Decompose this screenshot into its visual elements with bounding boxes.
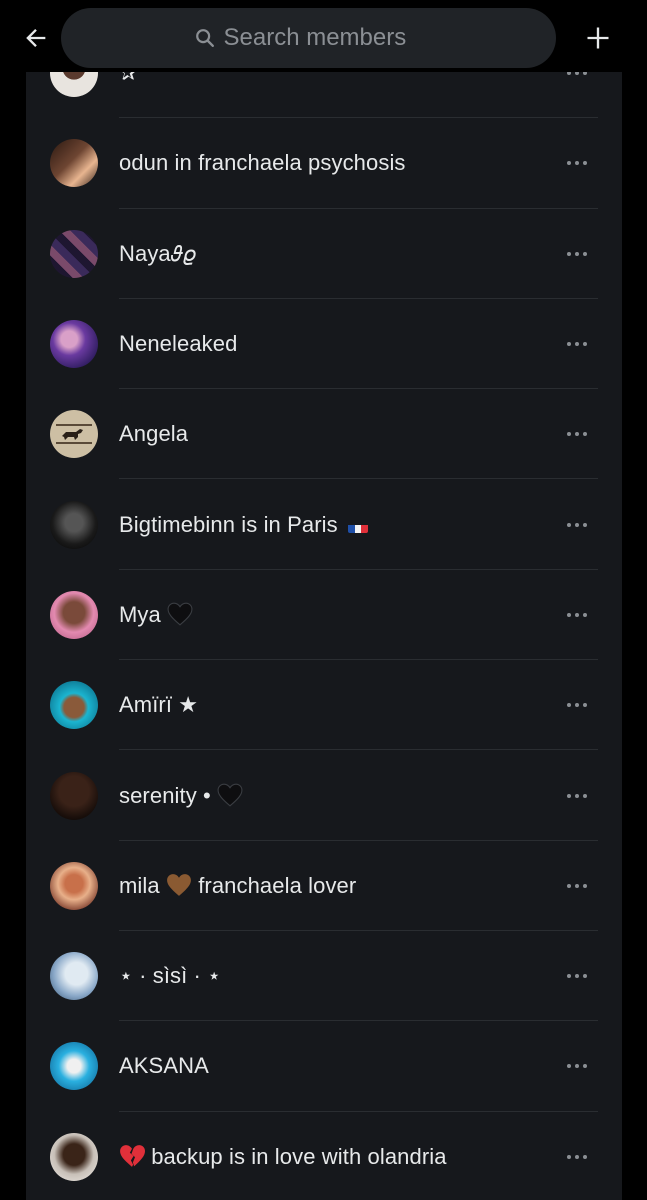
member-name: ✰ bbox=[119, 72, 138, 86]
member-name-wrap: mila franchaela lover bbox=[119, 873, 356, 899]
avatar[interactable] bbox=[50, 500, 98, 549]
horse-icon bbox=[56, 424, 92, 445]
search-input[interactable] bbox=[223, 24, 424, 52]
list-item[interactable]: Amïrï ★ bbox=[26, 660, 622, 751]
avatar[interactable] bbox=[50, 1132, 98, 1181]
list-item[interactable]: Naya𝜗𝜚 bbox=[26, 209, 622, 300]
member-name-suffix: franchaela lover bbox=[198, 872, 357, 898]
avatar[interactable] bbox=[50, 952, 98, 1001]
avatar[interactable] bbox=[50, 861, 98, 910]
more-options-button[interactable] bbox=[562, 424, 592, 444]
members-panel: ✰ odun in franchaela psychosis Naya𝜗𝜚 Ne… bbox=[26, 72, 622, 1200]
plus-icon bbox=[587, 27, 609, 49]
list-item[interactable]: mila franchaela lover bbox=[26, 841, 622, 932]
member-name: Bigtimebinn is in Paris bbox=[119, 511, 338, 537]
more-options-button[interactable] bbox=[562, 695, 592, 715]
arrow-left-icon bbox=[26, 29, 46, 47]
list-item[interactable]: odun in franchaela psychosis bbox=[26, 118, 622, 209]
top-bar bbox=[0, 0, 647, 72]
avatar[interactable] bbox=[50, 771, 98, 820]
more-options-button[interactable] bbox=[562, 334, 592, 354]
list-item[interactable]: ⋆ · sìsì · ⋆ bbox=[26, 931, 622, 1022]
member-name-wrap: Mya bbox=[119, 602, 193, 628]
more-options-button[interactable] bbox=[562, 605, 592, 625]
more-options-button[interactable] bbox=[562, 515, 592, 535]
avatar[interactable] bbox=[50, 139, 98, 188]
member-name: serenity • bbox=[119, 782, 211, 808]
more-options-button[interactable] bbox=[562, 244, 592, 264]
member-name: odun in franchaela psychosis bbox=[119, 150, 406, 176]
member-name: ⋆ · sìsì · ⋆ bbox=[119, 963, 222, 989]
search-icon bbox=[194, 27, 216, 49]
avatar[interactable] bbox=[50, 72, 98, 98]
more-options-button[interactable] bbox=[562, 786, 592, 806]
member-name: AKSANA bbox=[119, 1053, 209, 1079]
member-name: Naya𝜗𝜚 bbox=[119, 240, 196, 266]
more-options-button[interactable] bbox=[562, 1056, 592, 1076]
members-list: ✰ odun in franchaela psychosis Naya𝜗𝜚 Ne… bbox=[26, 72, 622, 1200]
black-heart-icon bbox=[167, 602, 193, 626]
back-button[interactable] bbox=[14, 16, 58, 60]
list-item[interactable]: serenity • bbox=[26, 750, 622, 841]
more-options-button[interactable] bbox=[562, 72, 592, 83]
member-name: Mya bbox=[119, 601, 161, 627]
avatar[interactable] bbox=[50, 229, 98, 278]
more-options-button[interactable] bbox=[562, 876, 592, 896]
avatar[interactable] bbox=[50, 590, 98, 639]
list-item[interactable]: backup is in love with olandria bbox=[26, 1112, 622, 1200]
member-name: mila bbox=[119, 872, 160, 898]
member-name-wrap: serenity • bbox=[119, 783, 243, 809]
search-bar[interactable] bbox=[61, 8, 556, 68]
list-item[interactable]: ✰ bbox=[26, 72, 622, 119]
member-name: Amïrï ★ bbox=[119, 692, 199, 718]
avatar[interactable] bbox=[50, 681, 98, 730]
member-name: Angela bbox=[119, 421, 189, 447]
list-item[interactable]: Angela bbox=[26, 389, 622, 480]
brown-heart-icon bbox=[167, 873, 191, 896]
broken-heart-icon bbox=[120, 1144, 145, 1167]
avatar[interactable] bbox=[50, 410, 98, 459]
member-name-wrap: backup is in love with olandria bbox=[119, 1144, 447, 1170]
member-name: backup is in love with olandria bbox=[151, 1143, 447, 1169]
more-options-button[interactable] bbox=[562, 153, 592, 173]
member-name: Neneleaked bbox=[119, 331, 238, 357]
list-item[interactable]: Mya bbox=[26, 570, 622, 661]
avatar[interactable] bbox=[50, 320, 98, 369]
list-item[interactable]: Bigtimebinn is in Paris bbox=[26, 479, 622, 571]
add-member-button[interactable] bbox=[576, 16, 620, 60]
french-flag-icon bbox=[347, 519, 368, 533]
members-screen: ✰ odun in franchaela psychosis Naya𝜗𝜚 Ne… bbox=[0, 0, 647, 1200]
avatar[interactable] bbox=[50, 1042, 98, 1091]
list-item[interactable]: Neneleaked bbox=[26, 299, 622, 390]
black-heart-icon bbox=[217, 783, 243, 807]
more-options-button[interactable] bbox=[562, 1147, 592, 1167]
member-name-wrap: Bigtimebinn is in Paris bbox=[119, 512, 368, 538]
more-options-button[interactable] bbox=[562, 966, 592, 986]
list-item[interactable]: AKSANA bbox=[26, 1021, 622, 1112]
